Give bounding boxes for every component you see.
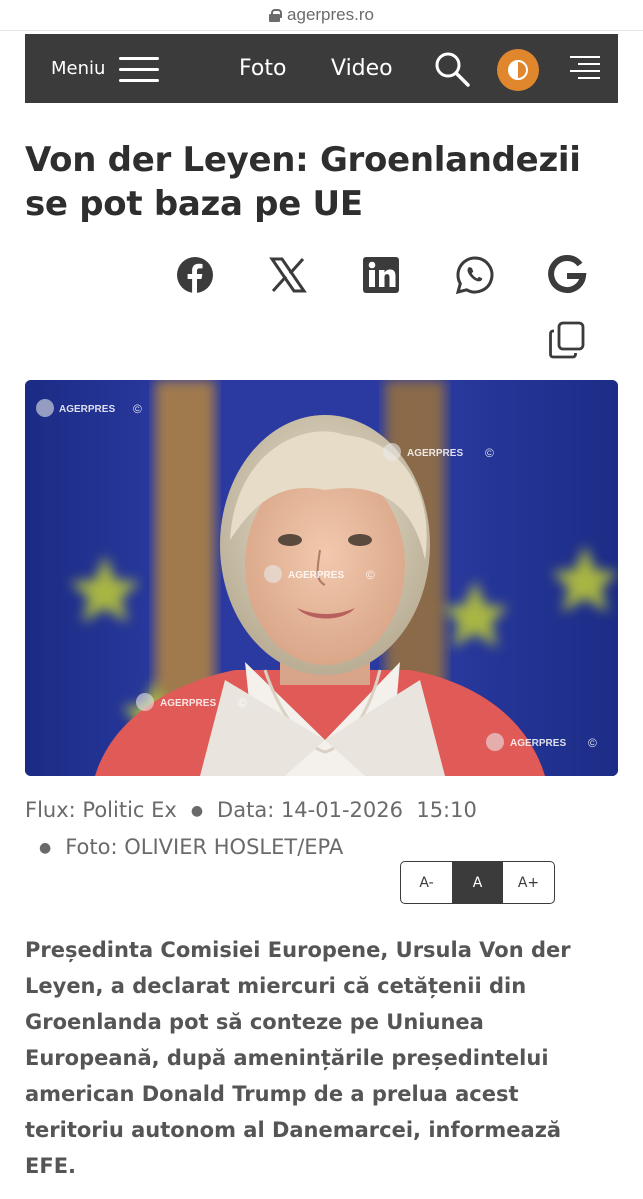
svg-text:AGERPRES: AGERPRES [288, 570, 344, 581]
flux-label[interactable]: Flux: Politic Ex [25, 798, 177, 822]
svg-text:AGERPRES: AGERPRES [59, 404, 115, 415]
linkedin-icon[interactable] [361, 255, 401, 295]
facebook-icon[interactable] [175, 255, 215, 295]
x-icon[interactable] [268, 255, 308, 295]
article-title: Von der Leyen: Groenlandezii se pot baza… [25, 140, 581, 224]
whatsapp-icon[interactable] [455, 255, 495, 295]
browser-url-bar[interactable]: agerpres.ro [0, 0, 643, 30]
meta-line-1: Flux: Politic Ex ● Data: 14-01-2026 15:10 [25, 792, 625, 829]
svg-text:©: © [485, 446, 494, 460]
menu-label: Meniu [51, 58, 106, 79]
url-text: agerpres.ro [287, 5, 374, 24]
font-normal-button[interactable]: A [452, 862, 503, 903]
site-navbar: Meniu Foto Video [25, 34, 618, 103]
top-divider [0, 30, 643, 31]
article-lead: Președinta Comisiei Europene, Ursula Von… [25, 938, 571, 1178]
font-decrease-button[interactable]: A- [401, 862, 452, 903]
svg-text:©: © [238, 696, 247, 710]
svg-text:AGERPRES: AGERPRES [160, 698, 216, 709]
copy-icon[interactable] [548, 320, 586, 360]
nav-link-foto[interactable]: Foto [239, 34, 286, 103]
nav-link-video[interactable]: Video [331, 34, 393, 103]
search-icon[interactable] [433, 50, 471, 88]
share-bar [0, 255, 643, 297]
font-size-controls: A- A A+ [400, 861, 555, 904]
theme-toggle-icon[interactable] [497, 49, 539, 91]
text-align-icon[interactable] [570, 55, 600, 81]
meta-separator: ● [190, 803, 204, 819]
google-icon[interactable] [547, 255, 587, 295]
lock-icon [269, 8, 283, 22]
menu-button[interactable]: Meniu [51, 34, 160, 103]
svg-text:AGERPRES: AGERPRES [510, 738, 566, 749]
font-increase-button[interactable]: A+ [503, 862, 554, 903]
svg-text:©: © [588, 736, 597, 750]
date-label: Data: 14-01-2026 15:10 [217, 798, 477, 822]
photo-credit: Foto: OLIVIER HOSLET/EPA [65, 835, 344, 859]
svg-text:AGERPRES: AGERPRES [407, 448, 463, 459]
hamburger-icon [119, 55, 160, 83]
article-meta: Flux: Politic Ex ● Data: 14-01-2026 15:10 … [25, 792, 625, 866]
article-hero-image: AGERPRES © AGERPRES © AGERPRES © AGERPRE… [25, 380, 618, 776]
svg-text:©: © [133, 402, 142, 416]
svg-text:©: © [366, 568, 375, 582]
meta-separator: ● [39, 840, 52, 856]
